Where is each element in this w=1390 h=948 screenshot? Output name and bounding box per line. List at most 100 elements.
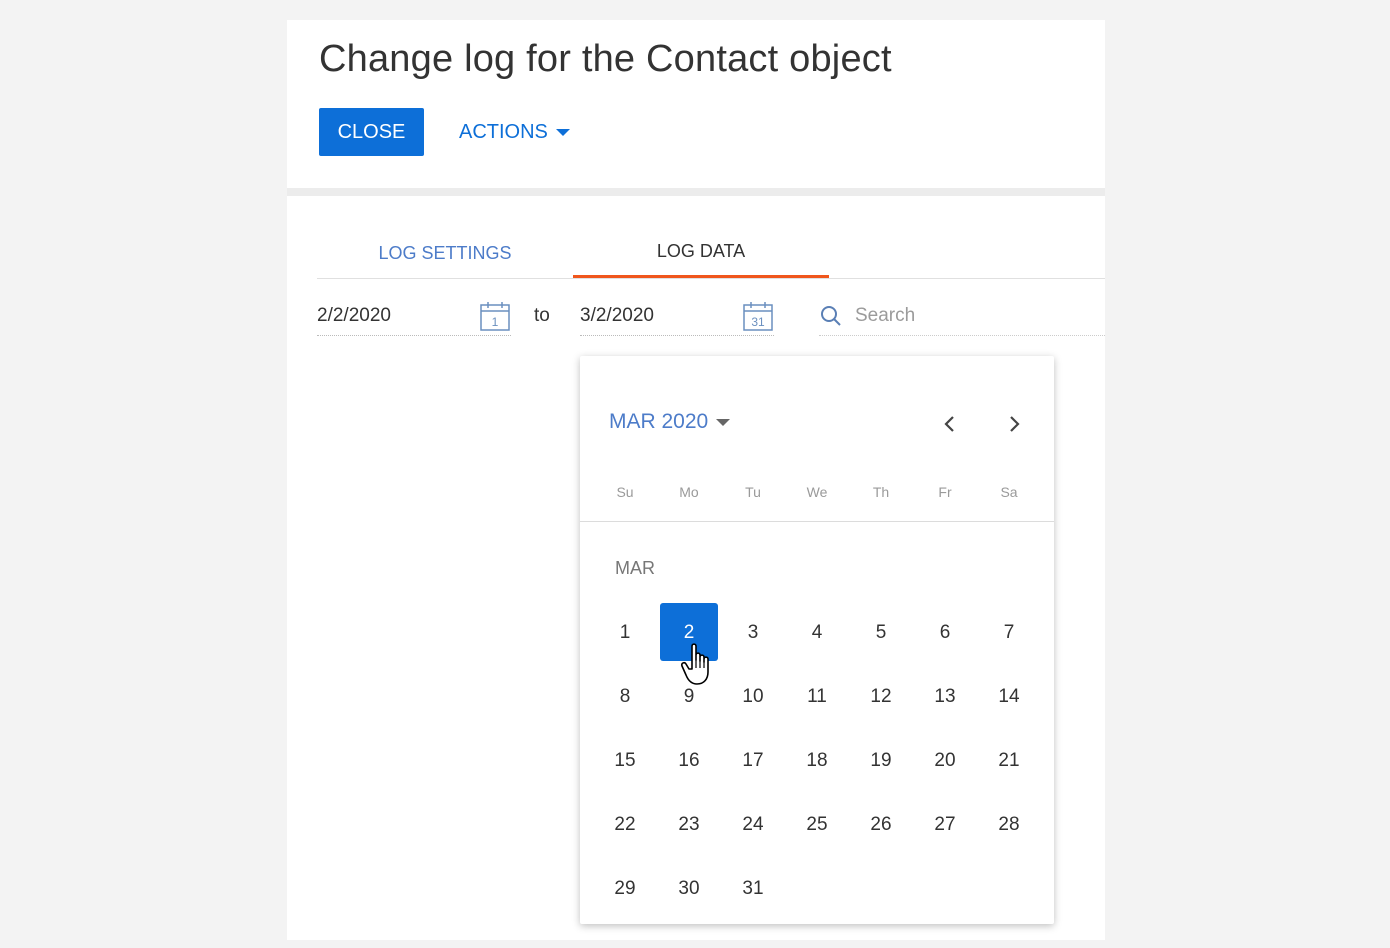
search-input[interactable] <box>853 303 1057 328</box>
caret-down-icon <box>716 418 731 426</box>
month-year-selector[interactable]: MAR 2020 <box>609 410 731 434</box>
day-number: 3 <box>747 622 759 643</box>
day-number: 17 <box>742 750 764 771</box>
weekday-label: We <box>806 484 828 500</box>
month-label: MAR <box>615 558 655 578</box>
day-number: 7 <box>1003 622 1015 643</box>
weekday-label: Tu <box>745 484 761 500</box>
tab-log-settings[interactable]: LOG SETTINGS <box>317 228 573 278</box>
month-year-label: MAR 2020 <box>609 410 709 433</box>
day-cell[interactable]: 29 <box>593 857 657 921</box>
day-cell[interactable]: 7 <box>977 601 1041 665</box>
day-number: 23 <box>678 814 700 835</box>
actions-label: ACTIONS <box>459 120 548 143</box>
date-from-value[interactable]: 2/2/2020 <box>317 305 479 327</box>
chevron-right-icon <box>1010 416 1020 432</box>
day-cell[interactable]: 30 <box>657 857 721 921</box>
day-number: 22 <box>614 814 636 835</box>
previous-month-button[interactable] <box>934 408 966 440</box>
next-month-button[interactable] <box>998 408 1030 440</box>
day-number: 14 <box>998 686 1020 707</box>
date-to-value[interactable]: 3/2/2020 <box>580 305 742 327</box>
day-number: 21 <box>998 750 1020 771</box>
caret-down-icon <box>555 128 570 136</box>
day-cell[interactable]: 17 <box>721 729 785 793</box>
week-row: 1 2 3 4 5 6 7 <box>593 601 1041 665</box>
day-cell[interactable]: 26 <box>849 793 913 857</box>
weekday-header: Su Mo Tu We Th Fr Sa <box>593 484 1041 500</box>
day-cell[interactable]: 4 <box>785 601 849 665</box>
day-number: 30 <box>678 878 700 899</box>
day-number: 13 <box>934 686 956 707</box>
day-number: 5 <box>875 622 887 643</box>
actions-dropdown-button[interactable]: ACTIONS <box>459 108 570 156</box>
weekday-label: Su <box>616 484 634 500</box>
day-cell[interactable]: 15 <box>593 729 657 793</box>
week-row: 29 30 31 <box>593 857 1041 921</box>
day-cell[interactable]: 28 <box>977 793 1041 857</box>
calendar-icon[interactable]: 31 <box>742 300 774 332</box>
day-cell-empty <box>785 857 849 921</box>
day-number: 12 <box>870 686 892 707</box>
day-number: 28 <box>998 814 1020 835</box>
day-cell[interactable]: 5 <box>849 601 913 665</box>
weekday-label: Fr <box>938 484 952 500</box>
day-cell[interactable]: 25 <box>785 793 849 857</box>
day-number: 16 <box>678 750 700 771</box>
calendar-icon[interactable]: 1 <box>479 300 511 332</box>
chevron-left-icon <box>944 416 954 432</box>
day-cell[interactable]: 14 <box>977 665 1041 729</box>
day-number: 24 <box>742 814 764 835</box>
day-number: 11 <box>807 686 827 707</box>
day-cell[interactable]: 8 <box>593 665 657 729</box>
calendar-icon-day: 1 <box>492 315 499 329</box>
day-cell[interactable]: 21 <box>977 729 1041 793</box>
day-number: 18 <box>806 750 828 771</box>
day-number: 19 <box>870 750 892 771</box>
calendar-icon-day: 31 <box>751 315 765 329</box>
tab-log-data[interactable]: LOG DATA <box>573 228 829 278</box>
close-button[interactable]: CLOSE <box>319 108 424 156</box>
day-cell[interactable]: 24 <box>721 793 785 857</box>
day-cell[interactable]: 31 <box>721 857 785 921</box>
day-number: 25 <box>806 814 828 835</box>
day-number: 20 <box>934 750 956 771</box>
day-cell-empty <box>913 857 977 921</box>
day-cell[interactable]: 20 <box>913 729 977 793</box>
date-from-field[interactable]: 2/2/2020 1 <box>317 296 511 336</box>
day-cell-empty <box>977 857 1041 921</box>
day-cell[interactable]: 19 <box>849 729 913 793</box>
day-cell[interactable]: 11 <box>785 665 849 729</box>
day-cell-empty <box>849 857 913 921</box>
day-cell[interactable]: 18 <box>785 729 849 793</box>
day-number: 8 <box>619 686 631 707</box>
weekday-label: Th <box>872 484 890 500</box>
search-field[interactable] <box>819 296 1105 336</box>
week-row: 8 9 10 11 12 13 14 <box>593 665 1041 729</box>
day-number: 2 <box>683 622 695 643</box>
weekday-label: Sa <box>1000 484 1018 500</box>
day-cell[interactable]: 3 <box>721 601 785 665</box>
date-to-field[interactable]: 3/2/2020 31 <box>580 296 774 336</box>
day-cell[interactable]: 1 <box>593 601 657 665</box>
tab-bar-divider <box>317 278 1105 279</box>
day-number: 4 <box>811 622 823 643</box>
day-cell[interactable]: 16 <box>657 729 721 793</box>
day-cell[interactable]: 22 <box>593 793 657 857</box>
day-number: 9 <box>683 686 695 707</box>
day-number: 10 <box>742 686 764 707</box>
day-cell[interactable]: 10 <box>721 665 785 729</box>
weekday-label: Mo <box>679 484 699 500</box>
page-title: Change log for the Contact object <box>319 38 892 80</box>
day-number: 26 <box>870 814 892 835</box>
header-separator <box>287 188 1105 196</box>
day-number: 29 <box>614 878 636 899</box>
day-cell[interactable]: 23 <box>657 793 721 857</box>
day-cell[interactable]: 13 <box>913 665 977 729</box>
day-grid: 1 2 3 4 5 6 7 8 9 10 11 12 13 14 15 16 1… <box>593 601 1041 921</box>
day-cell[interactable]: 6 <box>913 601 977 665</box>
week-row: 22 23 24 25 26 27 28 <box>593 793 1041 857</box>
day-cell[interactable]: 12 <box>849 665 913 729</box>
day-cell[interactable]: 27 <box>913 793 977 857</box>
calendar-divider <box>580 521 1054 522</box>
